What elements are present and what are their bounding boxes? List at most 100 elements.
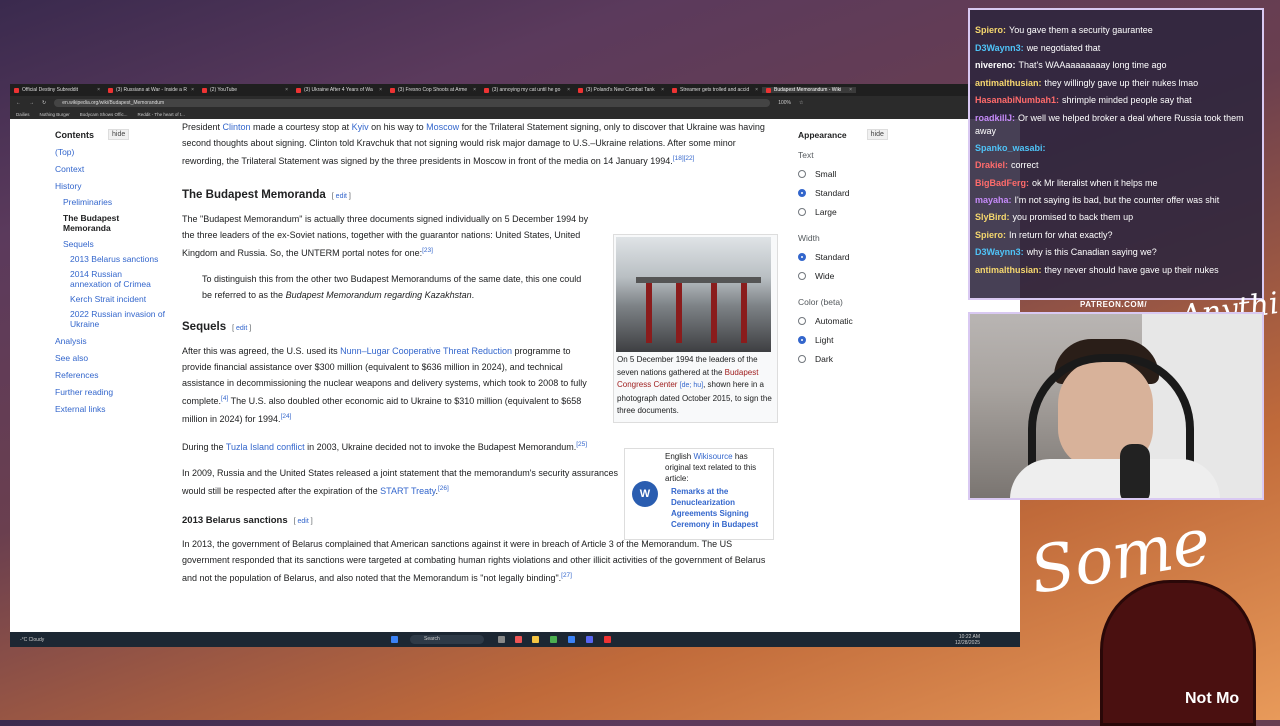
tab-close-icon[interactable]: × bbox=[661, 87, 664, 93]
toc-item[interactable]: History bbox=[55, 181, 165, 191]
tab-close-icon[interactable]: × bbox=[755, 87, 758, 93]
radio-button[interactable] bbox=[798, 170, 806, 178]
citation[interactable]: [26] bbox=[438, 485, 449, 492]
radio-button[interactable] bbox=[798, 317, 806, 325]
browser-tab[interactable]: Streamer gets trolled and accid × bbox=[668, 87, 762, 93]
taskbar-search[interactable]: Search bbox=[410, 635, 484, 644]
citation[interactable]: [18][22] bbox=[673, 155, 695, 162]
task-view-icon[interactable] bbox=[498, 636, 505, 643]
back-icon[interactable]: ← bbox=[16, 100, 21, 106]
toc-item[interactable]: 2013 Belarus sanctions bbox=[70, 254, 165, 264]
radio-button[interactable] bbox=[798, 189, 806, 197]
toc-item[interactable]: Analysis bbox=[55, 336, 165, 346]
chat-username[interactable]: nivereno: bbox=[975, 60, 1016, 70]
toc-item[interactable]: Further reading bbox=[55, 387, 165, 397]
bookmark-item[interactable]: Nothing Burger bbox=[40, 112, 70, 117]
link-nunn-lugar[interactable]: Nunn–Lugar Cooperative Threat Reduction bbox=[340, 346, 512, 356]
citation[interactable]: [23] bbox=[422, 247, 433, 254]
radio-option[interactable]: Standard bbox=[798, 252, 918, 262]
weather-widget[interactable]: -°C Cloudy bbox=[20, 637, 60, 643]
app-icon[interactable] bbox=[515, 636, 522, 643]
toc-item[interactable]: Sequels bbox=[63, 239, 165, 249]
citation[interactable]: [27] bbox=[561, 572, 572, 579]
tab-close-icon[interactable]: × bbox=[379, 87, 382, 93]
toc-item[interactable]: Preliminaries bbox=[63, 197, 165, 207]
chat-username[interactable]: Spanko_wasabi: bbox=[975, 143, 1046, 153]
toc-item[interactable]: The Budapest Memoranda bbox=[63, 213, 165, 233]
appearance-hide-button[interactable]: hide bbox=[866, 129, 888, 140]
link-moscow[interactable]: Moscow bbox=[426, 122, 459, 132]
radio-button[interactable] bbox=[798, 336, 806, 344]
radio-option[interactable]: Automatic bbox=[798, 316, 918, 326]
chat-username[interactable]: roadkillJ: bbox=[975, 113, 1015, 123]
wikisource-title-link[interactable]: Remarks at the Denuclearization Agreemen… bbox=[671, 486, 769, 530]
chat-username[interactable]: antimalthusian: bbox=[975, 265, 1042, 275]
chat-username[interactable]: SlyBird: bbox=[975, 212, 1010, 222]
edit-link[interactable]: edit bbox=[332, 193, 351, 200]
toc-item[interactable]: External links bbox=[55, 404, 165, 414]
link-wikisource[interactable]: Wikisource bbox=[693, 452, 732, 461]
citation[interactable]: [25] bbox=[576, 441, 587, 448]
link-kyiv[interactable]: Kyiv bbox=[352, 122, 369, 132]
toc-item[interactable]: Context bbox=[55, 164, 165, 174]
browser-tab[interactable]: (2) YouTube × bbox=[198, 87, 292, 93]
toc-item[interactable]: Kerch Strait incident bbox=[70, 294, 165, 304]
link-tuzla[interactable]: Tuzla Island conflict bbox=[226, 442, 305, 452]
discord-icon[interactable] bbox=[586, 636, 593, 643]
chat-username[interactable]: D3Waynn3: bbox=[975, 247, 1024, 257]
browser-tab[interactable]: (3) Russians at War - Inside a R × bbox=[104, 87, 198, 93]
radio-option[interactable]: Light bbox=[798, 335, 918, 345]
chat-username[interactable]: Spiero: bbox=[975, 25, 1006, 35]
chrome-icon[interactable] bbox=[550, 636, 557, 643]
radio-button[interactable] bbox=[798, 355, 806, 363]
browser-tab[interactable]: Official Destiny Subreddit × bbox=[10, 87, 104, 93]
lang-links[interactable]: [de; hu] bbox=[680, 382, 703, 389]
chat-username[interactable]: Spiero: bbox=[975, 230, 1006, 240]
browser-tab[interactable]: (3) Poland's New Combat Tank × bbox=[574, 87, 668, 93]
bookmark-star-icon[interactable]: ☆ bbox=[799, 100, 803, 106]
tab-close-icon[interactable]: × bbox=[567, 87, 570, 93]
budapest-congress-center-photo[interactable] bbox=[616, 237, 771, 352]
link-clinton[interactable]: Clinton bbox=[223, 122, 251, 132]
tab-close-icon[interactable]: × bbox=[191, 87, 194, 93]
tab-close-icon[interactable]: × bbox=[849, 87, 852, 93]
citation[interactable]: [24] bbox=[281, 413, 292, 420]
toc-item[interactable]: 2014 Russian annexation of Crimea bbox=[70, 269, 165, 289]
chat-username[interactable]: BigBadFerg: bbox=[975, 178, 1029, 188]
radio-option[interactable]: Dark bbox=[798, 354, 918, 364]
clock[interactable]: 10:22 AM 12/28/2025 bbox=[955, 634, 980, 646]
chat-username[interactable]: mayaha: bbox=[975, 195, 1012, 205]
reload-icon[interactable]: ↻ bbox=[42, 100, 46, 106]
radio-option[interactable]: Small bbox=[798, 169, 918, 179]
app-icon[interactable] bbox=[604, 636, 611, 643]
url-input[interactable]: en.wikipedia.org/wiki/Budapest_Memorandu… bbox=[54, 99, 771, 107]
toc-item[interactable]: See also bbox=[55, 353, 165, 363]
zoom-level[interactable]: 100% bbox=[778, 100, 791, 106]
browser-tab[interactable]: (3) annoying my cat until he go × bbox=[480, 87, 574, 93]
start-icon[interactable] bbox=[391, 636, 398, 643]
toc-item[interactable]: 2022 Russian invasion of Ukraine bbox=[70, 309, 165, 329]
radio-option[interactable]: Large bbox=[798, 207, 918, 217]
toc-item[interactable]: (Top) bbox=[55, 147, 165, 157]
browser-tab[interactable]: Budapest Memorandum - Wiki × bbox=[762, 87, 856, 93]
link-start-treaty[interactable]: START Treaty bbox=[380, 486, 435, 496]
chat-username[interactable]: HasanabiNumbah1: bbox=[975, 95, 1059, 105]
toc-hide-button[interactable]: hide bbox=[108, 129, 130, 140]
radio-option[interactable]: Wide bbox=[798, 271, 918, 281]
radio-button[interactable] bbox=[798, 253, 806, 261]
toc-item[interactable]: References bbox=[55, 370, 165, 380]
browser-tab[interactable]: (3) Fresno Cop Shoots at Arme × bbox=[386, 87, 480, 93]
bookmark-item[interactable]: Reddit - The heart of t... bbox=[137, 112, 184, 117]
chat-username[interactable]: D3Waynn3: bbox=[975, 43, 1024, 53]
forward-icon[interactable]: → bbox=[29, 100, 34, 106]
tab-close-icon[interactable]: × bbox=[97, 87, 100, 93]
radio-button[interactable] bbox=[798, 208, 806, 216]
edit-link[interactable]: edit bbox=[232, 325, 251, 332]
bookmark-item[interactable]: Bodycam Shows Offic... bbox=[80, 112, 128, 117]
radio-button[interactable] bbox=[798, 272, 806, 280]
edit-link[interactable]: edit bbox=[294, 518, 313, 525]
chat-username[interactable]: Drakiel: bbox=[975, 160, 1008, 170]
tab-close-icon[interactable]: × bbox=[473, 87, 476, 93]
browser-tab[interactable]: (3) Ukraine After 4 Years of Wa × bbox=[292, 87, 386, 93]
radio-option[interactable]: Standard bbox=[798, 188, 918, 198]
